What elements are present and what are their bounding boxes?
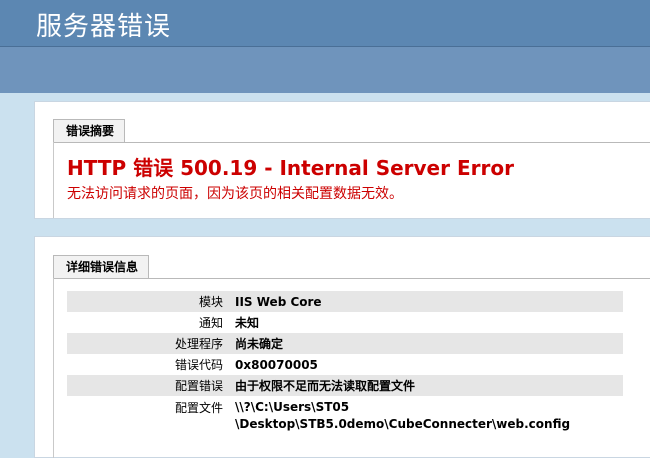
error-title: HTTP 错误 500.19 - Internal Server Error (67, 156, 514, 180)
detail-value: 尚未确定 (233, 333, 623, 354)
error-detail-tab: 详细错误信息 (53, 255, 150, 278)
detail-value: IIS Web Core (233, 291, 623, 312)
error-summary-panel: 错误摘要 HTTP 错误 500.19 - Internal Server Er… (34, 101, 650, 219)
config-path-line: \\?\C:\Users\ST05 (235, 400, 350, 414)
table-row: 配置错误 由于权限不足而无法读取配置文件 (67, 375, 623, 396)
table-row: 处理程序 尚未确定 (67, 333, 623, 354)
detail-key: 模块 (67, 291, 233, 312)
detail-key: 通知 (198, 316, 223, 330)
detail-value: 由于权限不足而无法读取配置文件 (233, 375, 623, 396)
detail-key: 配置文件 (174, 401, 223, 415)
page-header: 服务器错误 (0, 0, 650, 47)
divider (53, 278, 54, 458)
detail-value: 未知 (235, 316, 260, 330)
divider (53, 142, 54, 218)
divider (53, 142, 650, 143)
table-row: 配置文件 \\?\C:\Users\ST05 \Desktop\STB5.0de… (67, 396, 623, 439)
table-row: 模块 IIS Web Core (67, 291, 623, 312)
detail-value: 0x80070005 (235, 357, 318, 372)
detail-value: \\?\C:\Users\ST05 \Desktop\STB5.0demo\Cu… (233, 396, 623, 439)
detail-key: 错误代码 (174, 358, 223, 372)
error-detail-panel: 详细错误信息 模块 IIS Web Core 通知 未知 处理程序 尚未确定 错… (34, 236, 650, 458)
header-band (0, 47, 650, 93)
page-title: 服务器错误 (36, 12, 172, 42)
error-detail-table: 模块 IIS Web Core 通知 未知 处理程序 尚未确定 错误代码 0x8… (67, 291, 623, 439)
detail-key: 处理程序 (67, 333, 233, 354)
error-description: 无法访问请求的页面，因为该页的相关配置数据无效。 (67, 186, 403, 202)
table-row: 错误代码 0x80070005 (67, 354, 623, 375)
table-row: 通知 未知 (67, 312, 623, 333)
error-summary-tab: 错误摘要 (53, 119, 126, 142)
divider (53, 278, 650, 279)
config-path-line: \Desktop\STB5.0demo\CubeConnecter\web.co… (235, 417, 571, 431)
detail-key: 配置错误 (67, 375, 233, 396)
